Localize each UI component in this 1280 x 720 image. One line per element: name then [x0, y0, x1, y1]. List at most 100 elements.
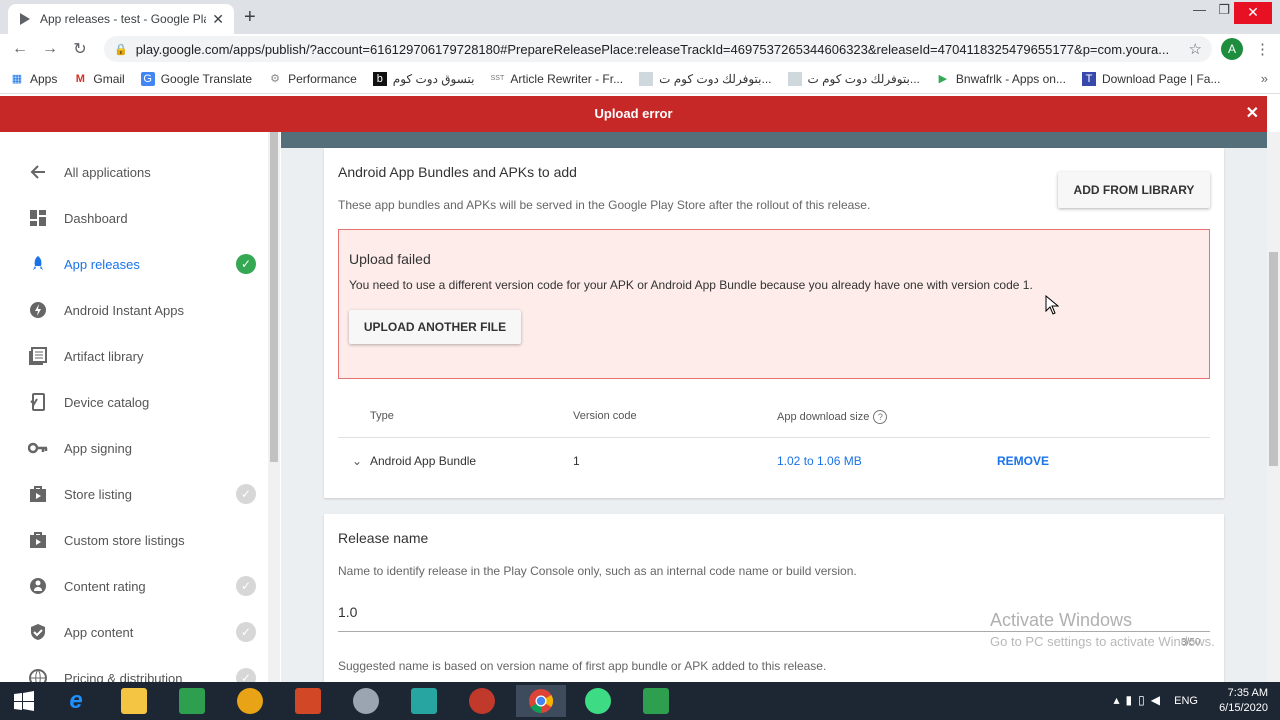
- new-tab-icon[interactable]: +: [244, 6, 256, 29]
- check-pending-icon: ✓: [236, 484, 256, 504]
- system-tray: ▴▮▯◀ ENG 7:35 AM 6/15/2020: [1100, 682, 1280, 720]
- sidebar-item-artifact-library[interactable]: Artifact library: [0, 333, 268, 379]
- shield-icon: [28, 622, 48, 642]
- restore-icon[interactable]: ❐: [1218, 2, 1230, 18]
- sidebar-scroll-thumb[interactable]: [270, 132, 278, 462]
- minimize-icon[interactable]: —: [1193, 2, 1206, 17]
- image-icon: [787, 71, 802, 86]
- play-icon: ▶: [938, 72, 948, 85]
- bundle-download-size[interactable]: 1.02 to 1.06 MB: [777, 454, 862, 468]
- store-icon: [28, 530, 48, 550]
- forward-icon[interactable]: →: [35, 40, 65, 58]
- bookmark-bnwafrlk[interactable]: ▶ Bnwafrlk - Apps on...: [936, 72, 1066, 86]
- bookmark-label: Performance: [288, 71, 357, 86]
- reload-icon[interactable]: ↻: [65, 39, 95, 59]
- close-banner-icon[interactable]: ✕: [1246, 96, 1259, 132]
- release-name-title: Release name: [338, 530, 429, 546]
- sidebar-item-device-catalog[interactable]: Device catalog: [0, 379, 268, 425]
- upload-another-file-button[interactable]: UPLOAD ANOTHER FILE: [349, 310, 521, 344]
- sidebar-item-all-applications[interactable]: All applications: [0, 149, 268, 195]
- sidebar-item-app-signing[interactable]: App signing: [0, 425, 268, 471]
- file-explorer-icon[interactable]: [114, 685, 154, 717]
- sidebar-scrollbar[interactable]: [268, 132, 280, 682]
- language-indicator[interactable]: ENG: [1174, 695, 1198, 707]
- paint-tool-icon[interactable]: [346, 685, 386, 717]
- apps-grid-icon: ▦: [11, 72, 23, 85]
- sidebar-item-store-listing[interactable]: Store listing ✓: [0, 471, 268, 517]
- internet-explorer-icon[interactable]: e: [56, 685, 96, 717]
- camtasia-icon[interactable]: [172, 685, 212, 717]
- main-scrollbar[interactable]: [1267, 132, 1280, 682]
- check-pending-icon: ✓: [236, 668, 256, 682]
- back-icon[interactable]: ←: [5, 40, 35, 58]
- bookmark-performance[interactable]: ⚙ Performance: [268, 72, 357, 86]
- globe-icon: [28, 668, 48, 682]
- start-windows-icon[interactable]: [4, 685, 44, 717]
- browser-tab[interactable]: App releases - test - Google Play ✕: [8, 4, 234, 34]
- powerpoint-icon[interactable]: [288, 685, 328, 717]
- sidebar-item-app-releases[interactable]: App releases ✓: [0, 241, 268, 287]
- menu-kebab-icon[interactable]: ⋮: [1255, 40, 1270, 58]
- sidebar-item-pricing-distribution[interactable]: Pricing & distribution ✓: [0, 655, 268, 682]
- help-icon[interactable]: ?: [873, 410, 888, 424]
- sidebar-item-label: Pricing & distribution: [64, 670, 183, 683]
- bundles-description: These app bundles and APKs will be serve…: [338, 198, 871, 212]
- sidebar-item-instant-apps[interactable]: Android Instant Apps: [0, 287, 268, 333]
- bookmark-btwfrlk-2[interactable]: بتوفرلك دوت كوم ت...: [787, 71, 920, 86]
- app-yellow-icon[interactable]: [230, 685, 270, 717]
- more-bookmarks-icon[interactable]: »: [1261, 71, 1268, 86]
- release-name-description: Name to identify release in the Play Con…: [338, 564, 857, 578]
- play-console-icon: [20, 13, 30, 25]
- bundle-version-code: 1: [573, 454, 580, 468]
- clock-time: 7:35 AM: [1227, 687, 1268, 699]
- camtasia-recorder-icon[interactable]: [636, 685, 676, 717]
- bookmarks-bar: ▦ Apps M Gmail G Google Translate ⚙ Perf…: [0, 64, 1280, 94]
- browser-toolbar: ← → ↻ 🔒 play.google.com/apps/publish/?ac…: [0, 34, 1280, 64]
- sidebar-item-app-content[interactable]: App content ✓: [0, 609, 268, 655]
- rocket-icon: [28, 254, 48, 274]
- upload-failed-message: You need to use a different version code…: [349, 278, 1033, 292]
- bundle-table-header: Type Version code App download size?: [338, 396, 1210, 438]
- profile-avatar[interactable]: A: [1221, 38, 1243, 60]
- upload-failed-box: Upload failed You need to use a differen…: [338, 229, 1210, 379]
- sidebar-item-custom-store-listings[interactable]: Custom store listings: [0, 517, 268, 563]
- column-download-size-label: App download size: [777, 411, 870, 423]
- sidebar-item-label: All applications: [64, 164, 151, 180]
- main-scroll-thumb[interactable]: [1269, 252, 1278, 466]
- sidebar-item-content-rating[interactable]: Content rating ✓: [0, 563, 268, 609]
- bookmark-btwfrlk-1[interactable]: بتوفرلك دوت كوم ت...: [639, 71, 772, 86]
- bookmark-translate[interactable]: G Google Translate: [140, 71, 253, 86]
- bookmark-apps[interactable]: ▦ Apps: [10, 72, 58, 86]
- add-from-library-button[interactable]: ADD FROM LIBRARY: [1058, 172, 1210, 208]
- release-name-hint: Suggested name is based on version name …: [338, 659, 827, 673]
- address-bar[interactable]: 🔒 play.google.com/apps/publish/?account=…: [104, 36, 1212, 62]
- sidebar-item-label: Dashboard: [64, 210, 128, 226]
- chrome-icon[interactable]: [516, 685, 566, 717]
- activate-windows-title: Activate Windows: [990, 610, 1133, 630]
- bookmark-article-rewriter[interactable]: SST Article Rewriter - Fr...: [490, 71, 624, 86]
- app-bird-icon[interactable]: [462, 685, 502, 717]
- column-version-code: Version code: [573, 410, 637, 422]
- remove-bundle-button[interactable]: REMOVE: [997, 454, 1049, 468]
- bookmark-label: Download Page | Fa...: [1101, 71, 1221, 86]
- chevron-down-icon[interactable]: ⌄: [352, 454, 362, 468]
- url-text[interactable]: play.google.com/apps/publish/?account=61…: [136, 42, 1181, 57]
- translate-icon: G: [140, 71, 155, 86]
- download-icon: T: [1081, 71, 1096, 86]
- table-row: ⌄ Android App Bundle 1 1.02 to 1.06 MB R…: [338, 439, 1210, 483]
- bookmark-star-icon[interactable]: ☆: [1189, 40, 1202, 58]
- sidebar-item-dashboard[interactable]: Dashboard: [0, 195, 268, 241]
- tray-icons[interactable]: ▴▮▯◀: [1114, 693, 1166, 707]
- bookmark-label: Article Rewriter - Fr...: [510, 71, 624, 86]
- android-studio-icon[interactable]: [578, 685, 618, 717]
- image-icon: [639, 71, 654, 86]
- window-close-icon[interactable]: ✕: [1234, 2, 1272, 24]
- app-m-icon[interactable]: [404, 685, 444, 717]
- upload-failed-title: Upload failed: [349, 251, 431, 267]
- bookmark-gmail[interactable]: M Gmail: [73, 72, 125, 86]
- clock[interactable]: 7:35 AM 6/15/2020: [1219, 686, 1268, 716]
- bookmark-b[interactable]: b بتسوق دوت كوم: [372, 71, 474, 86]
- close-tab-icon[interactable]: ✕: [212, 11, 224, 28]
- bookmark-label: Google Translate: [160, 71, 253, 86]
- bookmark-download-page[interactable]: T Download Page | Fa...: [1081, 71, 1221, 86]
